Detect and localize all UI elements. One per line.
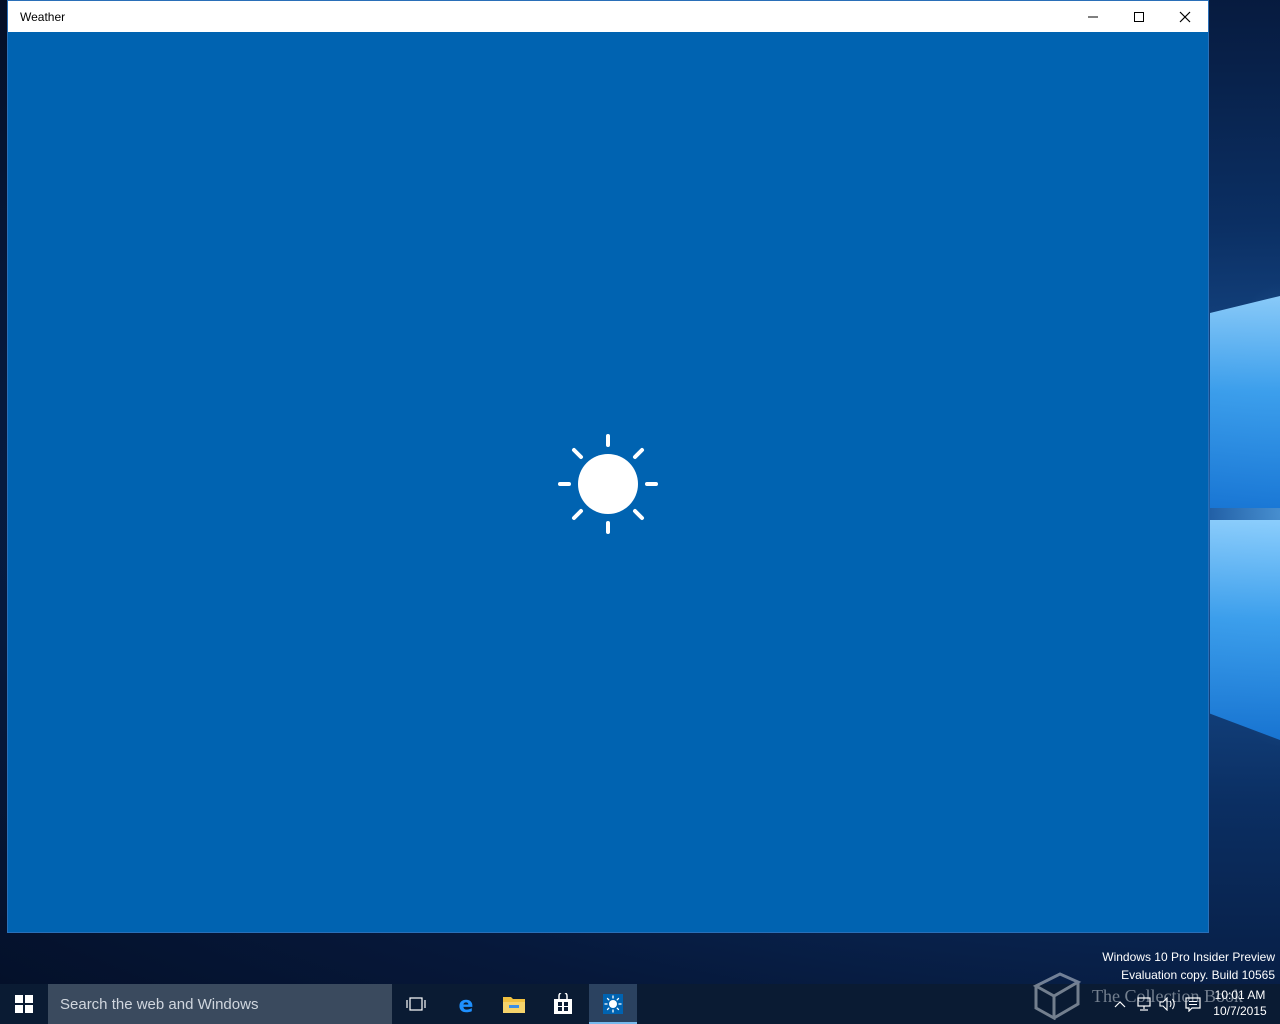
close-icon [1179,11,1191,22]
task-view-icon [406,997,426,1011]
svg-text:e: e [459,993,474,1015]
desktop-logo-pane-bottom [1210,520,1280,740]
start-button[interactable] [0,984,48,1024]
store-button[interactable] [539,984,587,1024]
clock-date: 10/7/2015 [1213,1004,1267,1018]
store-icon [554,993,572,1014]
sun-icon [558,434,658,534]
weather-icon [603,994,623,1014]
maximize-icon [1134,11,1144,22]
task-view-button[interactable] [392,984,440,1024]
app-splash-area [8,32,1208,932]
network-icon [1137,997,1151,1011]
clock[interactable]: 10:01 AM 10/7/2015 [1208,987,1272,1019]
file-explorer-button[interactable] [490,984,538,1024]
show-hidden-icons-button[interactable] [1108,984,1132,1024]
chevron-up-icon [1114,1001,1126,1008]
minimize-icon [1088,16,1098,17]
title-bar[interactable]: Weather [8,1,1208,32]
search-box[interactable]: Search the web and Windows [48,984,392,1024]
window-title: Weather [20,10,66,24]
file-explorer-icon [503,997,525,1013]
edge-button[interactable]: e [442,984,490,1024]
edge-icon: e [459,993,474,1015]
volume-icon [1159,997,1175,1011]
maximize-button[interactable] [1116,1,1162,32]
desktop-logo-pane-top [1210,296,1280,508]
build-watermark-line1: Windows 10 Pro Insider Preview [1102,950,1275,964]
taskbar: Search the web and Windows e The Collect… [0,972,1280,1024]
action-center-button[interactable] [1181,984,1205,1024]
weather-taskbar-button[interactable] [589,984,637,1024]
search-placeholder: Search the web and Windows [60,996,259,1013]
network-button[interactable] [1132,984,1156,1024]
close-button[interactable] [1162,1,1208,32]
weather-window: Weather [7,0,1209,933]
minimize-button[interactable] [1070,1,1116,32]
clock-time: 10:01 AM [1214,988,1266,1002]
windows-logo-icon [15,995,33,1013]
book-icon [1032,972,1082,1020]
action-center-icon [1185,996,1201,1012]
volume-button[interactable] [1156,984,1180,1024]
